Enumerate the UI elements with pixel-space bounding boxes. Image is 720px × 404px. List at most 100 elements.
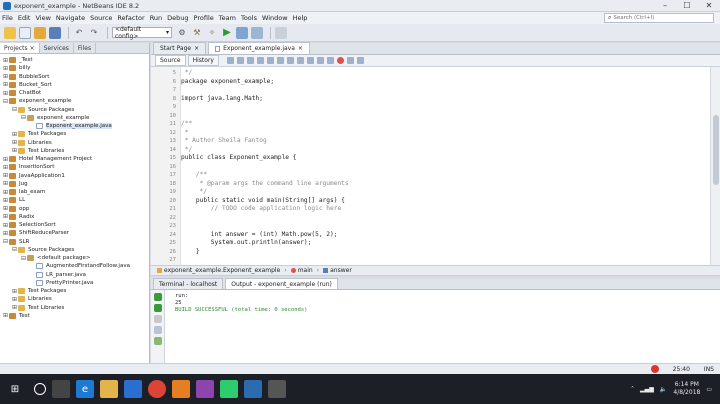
settings-gear-icon[interactable]: ⚙ [176,27,188,39]
forward-icon[interactable] [236,57,244,64]
tree-item[interactable]: ⊞ Libraries [0,139,149,147]
expand-toggle-icon[interactable]: ⊞ [2,164,9,171]
menu-edit[interactable]: Edit [18,14,31,22]
tree-item[interactable]: ⊞ ShiftReduceParser [0,229,149,237]
menu-debug[interactable]: Debug [167,14,188,22]
tree-item[interactable]: ⊟ SLR [0,238,149,246]
tree-item[interactable]: ⊞ billy [0,64,149,72]
expand-toggle-icon[interactable]: ⊞ [2,180,9,187]
shift-right-icon[interactable] [306,57,314,64]
tree-item[interactable]: ⊞ Libraries [0,295,149,303]
expand-toggle-icon[interactable]: ⊟ [11,246,18,253]
tree-item[interactable]: ⊞ ChatBot [0,89,149,97]
minimize-button[interactable]: – [654,0,676,12]
expand-toggle-icon[interactable]: ⊞ [2,156,9,163]
open-project-icon[interactable] [34,26,46,39]
expand-toggle-icon[interactable]: ⊞ [2,222,9,229]
expand-toggle-icon[interactable]: ⊞ [11,296,18,303]
clock[interactable]: 6:14 PM 4/8/2018 [673,381,700,397]
tree-item[interactable]: ⊞ JavaApplication1 [0,172,149,180]
uncomment-icon[interactable] [326,57,334,64]
notification-icon[interactable] [650,365,659,373]
expand-toggle-icon[interactable]: ⊞ [2,205,9,212]
chevron-up-icon[interactable]: ˄ [631,386,634,393]
output-console[interactable]: run: 25 BUILD SUCCESSFUL (total time: 0 se… [165,290,720,363]
tree-item[interactable]: ⊟ <default package> [0,254,149,262]
expand-toggle-icon[interactable]: ⊞ [11,147,18,154]
start-macro-icon[interactable] [336,57,344,64]
new-project-icon[interactable] [4,26,16,39]
tree-item[interactable]: ⊞ Test [0,312,149,320]
expand-toggle-icon[interactable]: ⊞ [2,81,9,88]
save-all-icon[interactable] [49,26,61,39]
tab-exponent-example-java[interactable]: Exponent_example.java × [208,42,310,54]
tab-terminal[interactable]: Terminal - localhost [153,278,224,289]
tree-item[interactable]: ⊞ Test Packages [0,287,149,295]
toggle-highlight-icon[interactable] [286,57,294,64]
rerun-with-params-icon[interactable] [153,304,162,312]
tree-item[interactable]: ⊟ exponent_example [0,97,149,105]
expand-toggle-icon[interactable]: ⊟ [20,114,27,121]
tab-services[interactable]: Services [40,43,74,53]
close-icon[interactable]: × [194,45,199,52]
tree-item[interactable]: ⊞ Radix [0,213,149,221]
tree-item[interactable]: PrettyPrinter.java [0,279,149,287]
tree-item[interactable]: ⊞ Jug [0,180,149,188]
scrollbar-thumb[interactable] [713,115,719,185]
menu-run[interactable]: Run [150,14,162,22]
clean-build-icon[interactable]: ✧ [206,27,218,39]
tree-item[interactable]: ⊞ SelectionSort [0,221,149,229]
menu-navigate[interactable]: Navigate [56,14,85,22]
app-icon[interactable] [268,380,286,398]
comment-icon[interactable] [316,57,324,64]
tree-item[interactable]: ⊟ Source Packages [0,106,149,114]
tree-item[interactable]: AugmentedFirstandFollow.java [0,262,149,270]
gc-memory-icon[interactable] [275,26,287,39]
task-view-icon[interactable] [52,380,70,398]
expand-toggle-icon[interactable]: ⊞ [11,288,18,295]
run-project-icon[interactable]: ▶ [221,27,233,39]
clear-output-icon[interactable] [153,337,162,345]
expand-toggle-icon[interactable]: ⊞ [11,139,18,146]
chrome-icon[interactable] [148,380,166,398]
volume-icon[interactable]: 🔈 [660,386,667,393]
diff-icon[interactable] [356,57,364,64]
expand-toggle-icon[interactable]: ⊟ [2,98,9,105]
cortana-search-icon[interactable] [34,383,46,395]
tree-item[interactable]: ⊞ BubbleSort [0,73,149,81]
tree-item[interactable]: LR_parser.java [0,271,149,279]
expand-toggle-icon[interactable]: ⊞ [2,197,9,204]
config-select[interactable]: <default config> ▾ [112,26,172,40]
tree-item[interactable]: ⊞ Test Libraries [0,304,149,312]
menu-tools[interactable]: Tools [241,14,257,22]
tree-item[interactable]: ⊞ Bucket_Sort [0,81,149,89]
profile-project-icon[interactable] [251,26,263,39]
close-icon[interactable]: × [298,45,303,52]
menu-file[interactable]: File [2,14,13,22]
debug-project-icon[interactable] [236,26,248,39]
menu-help[interactable]: Help [293,14,308,22]
tab-files[interactable]: Files [74,43,97,53]
maximize-button[interactable]: ☐ [676,0,698,12]
notification-center-icon[interactable]: ▭ [706,386,712,393]
tree-item[interactable]: ⊞ Test Packages [0,130,149,138]
tree-item[interactable]: Exponent_example.java [0,122,149,130]
back-icon[interactable] [226,57,234,64]
tab-projects[interactable]: Projects × [0,43,40,53]
history-view-button[interactable]: History [187,55,219,66]
tree-item[interactable]: ⊞ Test Libraries [0,147,149,155]
store-icon[interactable] [124,380,142,398]
breadcrumb-class[interactable]: exponent_example.Exponent_example [157,267,280,274]
stop-icon[interactable] [153,315,162,323]
tab-start-page[interactable]: Start Page × [153,42,207,54]
search-input[interactable] [613,15,704,21]
expand-toggle-icon[interactable]: ⊞ [2,172,9,179]
expand-toggle-icon[interactable]: ⊟ [11,106,18,113]
tree-item[interactable]: ⊟ Source Packages [0,246,149,254]
source-view-button[interactable]: Source [155,55,186,66]
new-file-icon[interactable] [19,26,31,39]
expand-toggle-icon[interactable]: ⊟ [20,255,27,262]
windows-start-icon[interactable]: ⊞ [6,380,24,398]
expand-toggle-icon[interactable]: ⊞ [2,90,9,97]
undo-icon[interactable]: ↶ [73,27,85,39]
